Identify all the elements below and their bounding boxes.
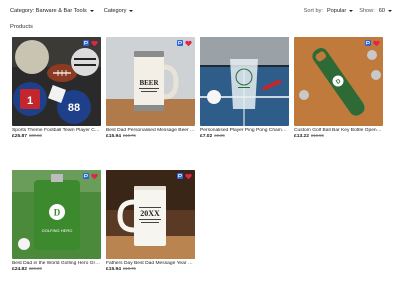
show-count-dropdown[interactable]: 60 [379, 8, 392, 14]
price-original: £29.20 [28, 266, 42, 272]
sort-dropdown[interactable]: Popular [326, 8, 354, 14]
product-image[interactable]: D [294, 37, 383, 126]
jersey-number: 88 [68, 102, 80, 114]
flask-text: GOLFING HERO [42, 228, 73, 233]
product-title[interactable]: Personalised Player Ping Pong Champion G… [200, 128, 289, 133]
category-filter-label: Category: Barware & Bar Tools [10, 8, 87, 14]
product-price: £25.87 £30.83 [12, 133, 101, 139]
bottle-opener-image: D [294, 37, 383, 126]
personalise-icon [177, 173, 183, 179]
sort-value: Popular [326, 8, 347, 14]
product-image[interactable]: 1 88 [12, 37, 101, 126]
product-title[interactable]: Best Dad Personalised Message Beer Stein [106, 128, 195, 133]
badges [365, 40, 380, 47]
product-card[interactable]: D Custom Golf Ball Bar Key Bottle Opener… [294, 37, 383, 139]
football-coaster-image: 1 88 [12, 37, 101, 126]
badges [83, 40, 98, 47]
heart-icon[interactable] [91, 40, 98, 47]
price-current: £13.22 [294, 134, 309, 140]
ping-pong-glass-image [200, 37, 289, 126]
heart-icon[interactable] [185, 173, 192, 180]
product-card[interactable]: Personalised Player Ping Pong Champion G… [200, 37, 289, 139]
price-original: £18.75 [122, 133, 136, 139]
product-title[interactable]: Custom Golf Ball Bar Key Bottle Opener K… [294, 128, 383, 133]
price-original: £30.83 [28, 133, 42, 139]
personalise-icon [83, 40, 89, 46]
heart-icon[interactable] [373, 40, 380, 47]
product-image[interactable] [200, 37, 289, 126]
chevron-down-icon [349, 10, 354, 12]
chevron-down-icon [129, 10, 134, 12]
personalise-icon [177, 40, 183, 46]
price-original: £8.26 [214, 133, 225, 139]
product-price: £13.22 £15.55 [294, 133, 383, 139]
product-title[interactable]: Best Dad in the World Golfing Hero Green… [12, 261, 101, 266]
heart-icon[interactable] [91, 173, 98, 180]
badges [177, 173, 192, 180]
product-price: £24.82 £29.20 [12, 266, 101, 272]
filter-bar: Category: Barware & Bar Tools Category S… [10, 5, 392, 17]
badges [177, 40, 192, 47]
show-count-value: 60 [378, 8, 385, 14]
price-current: £7.02 [200, 134, 213, 140]
golf-flask-image: D GOLFING HERO [12, 170, 101, 259]
heart-icon[interactable] [185, 40, 192, 47]
products-heading: Products [10, 24, 33, 30]
product-price: £15.94 £18.75 [106, 133, 195, 139]
product-title[interactable]: Sports Theme Football Team Player Coaste… [12, 128, 101, 133]
subcategory-label: Category [103, 8, 127, 14]
price-current: £15.94 [106, 134, 121, 140]
stein-text: BEER [139, 79, 159, 87]
price-original: £18.75 [122, 266, 136, 272]
price-current: £15.94 [106, 267, 121, 273]
product-card[interactable]: D GOLFING HERO Best Dad in the World Gol… [12, 170, 101, 272]
price-current: £24.82 [12, 267, 27, 273]
product-image[interactable]: D GOLFING HERO [12, 170, 101, 259]
show-label: Show: [359, 8, 375, 14]
product-card[interactable]: 1 88 Sports Theme Football Team Player C… [12, 37, 101, 139]
product-title[interactable]: Fathers Day Best Dad Message Year Beer S… [106, 261, 195, 266]
personalise-icon [83, 173, 89, 179]
chevron-down-icon [388, 10, 392, 12]
fathers-day-stein-image: 20XX [106, 170, 195, 259]
chevron-down-icon [89, 10, 94, 12]
product-card[interactable]: BEER Best Dad Personalised Message Beer … [106, 37, 195, 139]
stein-year-text: 20XX [140, 209, 160, 218]
product-card[interactable]: 20XX Fathers Day Best Dad Message Year B… [106, 170, 195, 272]
price-original: £15.55 [310, 133, 324, 139]
product-image[interactable]: 20XX [106, 170, 195, 259]
subcategory-dropdown[interactable]: Category [104, 8, 134, 14]
product-image[interactable]: BEER [106, 37, 195, 126]
flask-letter: D [54, 208, 61, 218]
beer-stein-image: BEER [106, 37, 195, 126]
sort-by-label: Sort by: [303, 8, 323, 14]
category-filter-dropdown[interactable]: Category: Barware & Bar Tools [10, 8, 94, 14]
product-price: £15.94 £18.75 [106, 266, 195, 272]
personalise-icon [365, 40, 371, 46]
price-current: £25.87 [12, 134, 27, 140]
badges [83, 173, 98, 180]
jersey-number: 1 [27, 95, 33, 107]
product-price: £7.02 £8.26 [200, 133, 289, 139]
